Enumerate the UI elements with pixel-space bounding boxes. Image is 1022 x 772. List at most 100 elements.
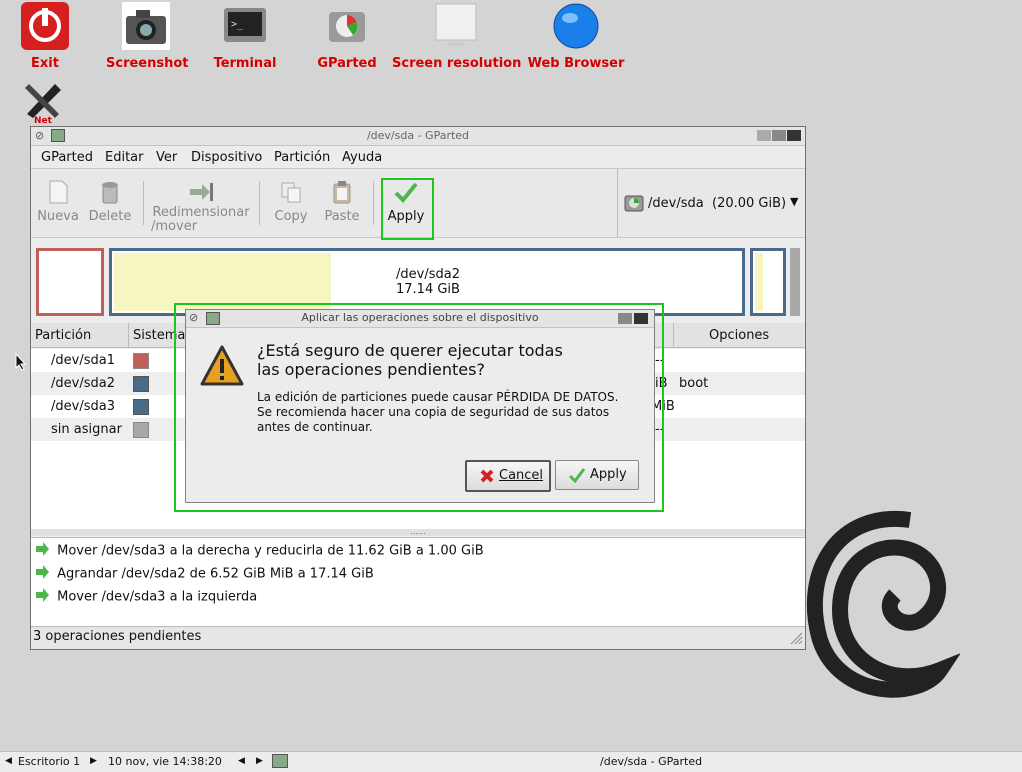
dialog-body: La edición de particiones puede causar P… [257,390,618,435]
dropdown-arrow-icon[interactable]: ▼ [790,195,798,208]
operation-text: Mover /dev/sda3 a la derecha y reducirla… [57,543,484,559]
list-item[interactable]: Mover /dev/sda3 a la izquierda [35,588,257,606]
copy-button[interactable]: Copy [271,173,311,224]
debian-logo [806,510,960,698]
dialog-title: Aplicar las operaciones sobre el disposi… [301,311,539,324]
pending-operations-list: Mover /dev/sda3 a la derecha y reducirla… [31,537,805,626]
cancel-x-icon [479,468,495,488]
dialog-heading-2: las operaciones pendientes? [257,360,485,379]
window-title: /dev/sda - GParted [366,129,470,142]
warning-icon [200,344,244,388]
network-desktop-icon[interactable]: Net [12,74,74,126]
dialog-apply-label: Apply [590,467,627,482]
resize-grip-icon[interactable] [789,631,803,645]
confirm-dialog: ⊘ Aplicar las operaciones sobre el dispo… [185,309,655,503]
operation-text: Mover /dev/sda3 a la izquierda [57,589,258,605]
web-browser-label: Web Browser [527,56,625,71]
list-item[interactable]: Agrandar /dev/sda2 de 6.52 GiB MiB a 17.… [35,565,374,583]
menu-ayuda[interactable]: Ayuda [342,150,382,165]
graph-partition-name: /dev/sda2 [396,267,460,282]
resize-arrow-icon [188,179,214,205]
col-partition[interactable]: Partición [35,328,91,343]
dialog-maximize-button[interactable] [618,313,632,324]
device-size: (20.00 GiB) [712,196,787,211]
delete-button[interactable]: Delete [87,173,133,224]
dialog-heading-1: ¿Está seguro de querer ejecutar todas [257,341,563,360]
new-button[interactable]: Nueva [37,173,79,224]
new-label: Nueva [37,209,79,224]
row-color-swatch [133,376,149,392]
clock: 10 nov, vie 14:38:20 [108,755,222,768]
next-task-icon[interactable]: ▶ [256,756,263,766]
prev-desktop-icon[interactable]: ◀ [5,756,12,766]
toolbar-separator [373,181,374,225]
row-partition: /dev/sda1 [51,353,115,368]
arrow-right-icon [35,588,53,606]
list-item[interactable]: Mover /dev/sda3 a la derecha y reducirla… [35,542,484,560]
partition-sda3-used [755,253,763,311]
device-name: /dev/sda [648,196,704,211]
maximize-button[interactable] [772,130,786,141]
close-button[interactable] [787,130,801,141]
copy-icon [278,179,304,205]
checkmark-icon [568,466,586,488]
partition-sda1-block[interactable] [36,248,104,316]
taskbar: ◀ Escritorio 1 ▶ 10 nov, vie 14:38:20 ◀ … [0,751,1022,772]
dialog-apply-button[interactable]: Apply [555,460,639,490]
terminal-desktop-icon[interactable]: >_ Terminal [212,2,278,71]
paste-icon [329,179,355,205]
mouse-cursor-icon [15,353,27,371]
row-partition: /dev/sda2 [51,376,115,391]
screenshot-desktop-icon[interactable]: Screenshot [106,2,189,71]
task-app-icon[interactable] [272,754,288,768]
dialog-body-3: antes de continuar. [257,420,373,434]
col-flags[interactable]: Opciones [709,328,769,343]
cancel-button[interactable]: Cancel [465,460,551,492]
screenshot-label: Screenshot [106,56,189,71]
harddisk-icon [624,193,644,213]
gparted-label: GParted [317,56,377,71]
row-partition: sin asignar [51,422,122,437]
row-color-swatch [133,399,149,415]
power-icon [21,2,69,50]
pane-splitter-handle[interactable]: ...... [31,528,805,536]
next-desktop-icon[interactable]: ▶ [90,756,97,766]
device-selector[interactable]: /dev/sda (20.00 GiB) ▼ [617,169,806,237]
menu-ver[interactable]: Ver [156,150,177,165]
graph-partition-size: 17.14 GiB [396,282,460,297]
partition-sda2-label: /dev/sda2 17.14 GiB [396,267,460,297]
highlight-apply-toolbar [381,178,434,240]
globe-icon [552,2,600,50]
menu-gparted[interactable]: GParted [41,150,93,165]
dialog-close-button[interactable] [634,313,648,324]
screen-resolution-desktop-icon[interactable]: Screen resolution [392,2,521,71]
unallocated-block[interactable] [790,248,800,316]
terminal-label: Terminal [213,56,277,71]
monitor-icon [432,2,480,50]
prev-task-icon[interactable]: ◀ [238,756,245,766]
gparted-desktop-icon[interactable]: GParted [314,2,380,71]
operation-text: Agrandar /dev/sda2 de 6.52 GiB MiB a 17.… [57,566,374,582]
delete-label: Delete [88,209,132,224]
web-browser-desktop-icon[interactable]: Web Browser [526,2,626,71]
dialog-titlebar[interactable]: ⊘ Aplicar las operaciones sobre el dispo… [186,310,654,328]
statusbar: 3 operaciones pendientes [31,626,805,649]
menu-dispositivo[interactable]: Dispositivo [191,150,262,165]
exit-desktop-icon[interactable]: Exit [20,2,70,71]
menu-editar[interactable]: Editar [105,150,144,165]
paste-button[interactable]: Paste [321,173,363,224]
window-titlebar[interactable]: ⊘ /dev/sda - GParted [31,127,805,146]
trash-icon [97,179,123,205]
desktop-name[interactable]: Escritorio 1 [18,755,80,768]
minimize-button[interactable] [757,130,771,141]
dialog-body-1: La edición de particiones puede causar P… [257,390,619,404]
terminal-icon: >_ [221,2,269,50]
exit-label: Exit [31,56,59,71]
partition-sda3-block[interactable] [750,248,786,316]
resize-move-button[interactable]: Redimensionar /mover [151,173,251,234]
toolbar-separator [143,181,144,225]
resize-label-1: Redimensionar [152,205,250,220]
menubar: GParted Editar Ver Dispositivo Partición… [31,146,805,168]
menu-particion[interactable]: Partición [274,150,330,165]
task-title[interactable]: /dev/sda - GParted [600,755,702,768]
